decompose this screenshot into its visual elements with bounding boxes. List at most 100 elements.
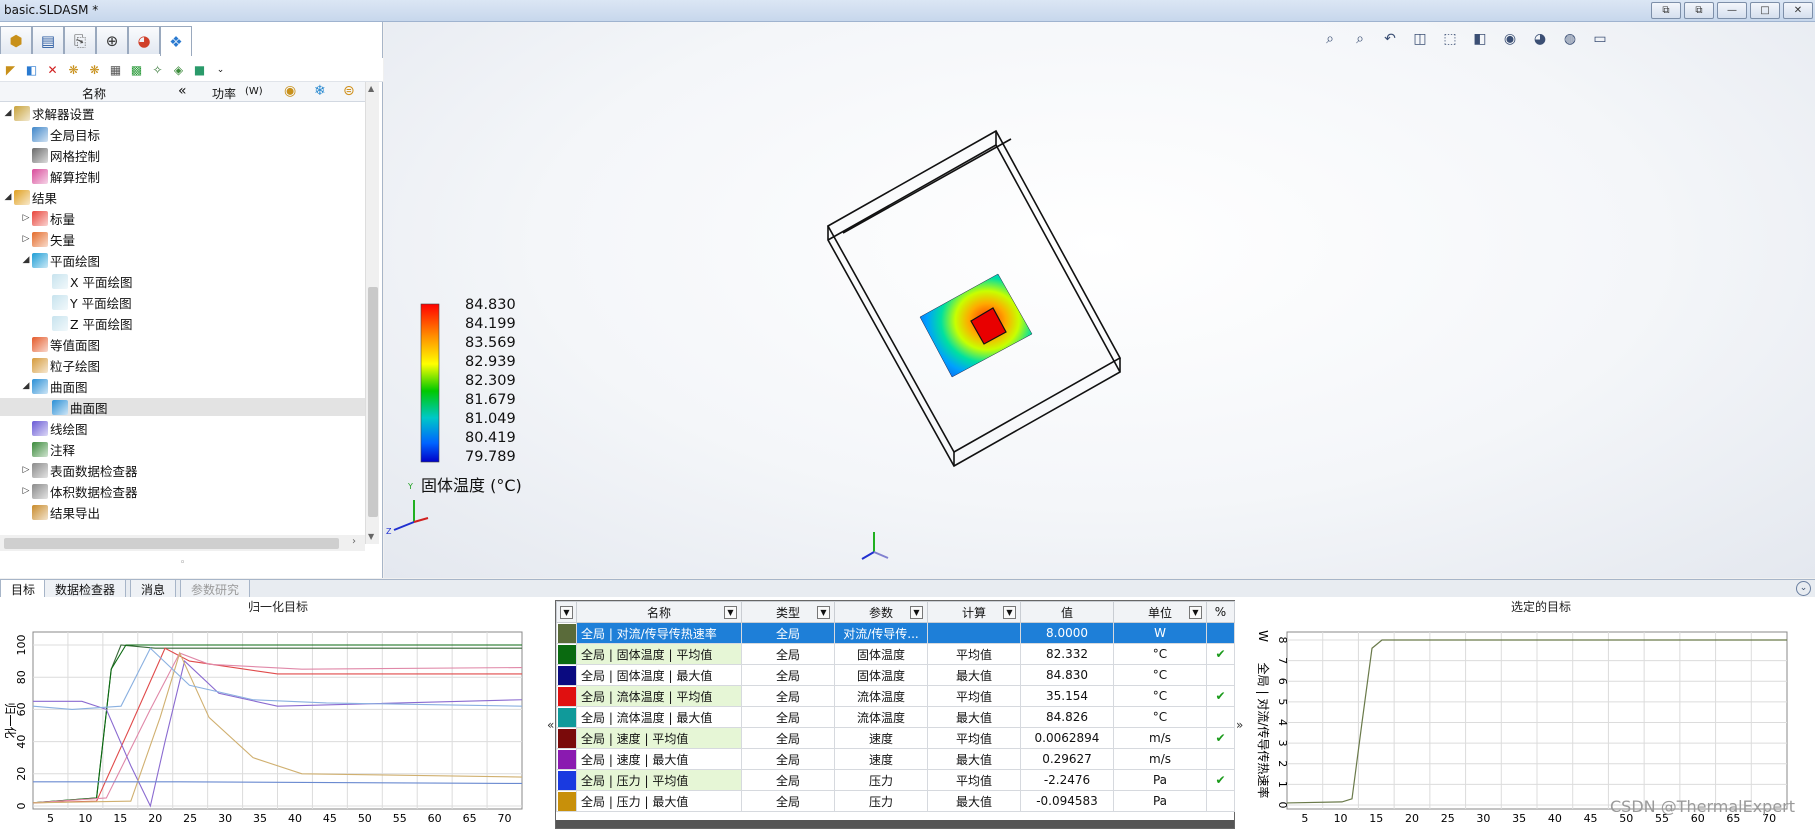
cell-param[interactable]: 速度 — [834, 727, 928, 749]
tree-item[interactable]: Y 平面绘图 — [0, 293, 365, 311]
tree-item[interactable]: Z 平面绘图 — [0, 314, 365, 332]
cell-calc[interactable]: 最大值 — [927, 748, 1021, 770]
cell-check[interactable]: ✔ — [1206, 769, 1235, 791]
snowflake-icon[interactable]: ❄ — [314, 83, 326, 99]
group-add-icon[interactable]: ❋ — [86, 61, 103, 78]
delete-icon[interactable]: ✕ — [44, 61, 61, 78]
dropdown-icon[interactable]: ▼ — [560, 606, 573, 619]
table-row[interactable]: 全局 | 流体温度 | 平均值 全局 流体温度 平均值 35.154 °C ✔ — [556, 685, 1235, 707]
tab-parametric-study[interactable]: 参数研究 — [180, 580, 251, 598]
cell-value[interactable]: 0.29627 — [1020, 748, 1114, 770]
table-row[interactable]: 全局 | 压力 | 最大值 全局 压力 最大值 -0.094583 Pa — [556, 790, 1235, 812]
cell-calc[interactable]: 平均值 — [927, 727, 1021, 749]
tree-item[interactable]: ▷ 表面数据检查器 — [0, 461, 365, 479]
tree-item[interactable]: ▷ 矢量 — [0, 230, 365, 248]
cell-value[interactable]: 35.154 — [1020, 685, 1114, 707]
maximize-button[interactable]: □ — [1750, 2, 1780, 19]
splitter-handle[interactable]: ◦ — [180, 558, 185, 568]
restore-button[interactable]: ⧉ — [1651, 2, 1681, 19]
tree-item[interactable]: ◢ 曲面图 — [0, 377, 365, 395]
tree-item[interactable]: 结果导出 — [0, 503, 365, 521]
expand-right-icon[interactable]: » — [1236, 718, 1243, 732]
goal-color-swatch[interactable] — [556, 769, 577, 791]
tree-vertical-scrollbar[interactable]: ▲ ▼ — [365, 82, 379, 544]
cell-calc[interactable]: 平均值 — [927, 685, 1021, 707]
cell-calc[interactable]: 平均值 — [927, 769, 1021, 791]
close-button[interactable]: ✕ — [1783, 2, 1813, 19]
cell-value[interactable]: 8.0000 — [1020, 622, 1114, 644]
cell-value[interactable]: 84.826 — [1020, 706, 1114, 728]
tree-item[interactable]: 网格控制 — [0, 146, 365, 164]
cell-unit[interactable]: m/s — [1113, 748, 1207, 770]
goal-color-swatch[interactable] — [556, 748, 577, 770]
display-manager-tab-icon[interactable]: ◕ — [128, 26, 160, 54]
cell-unit[interactable]: °C — [1113, 685, 1207, 707]
name-column-header[interactable]: 名称 — [82, 85, 106, 102]
cell-value[interactable]: 0.0062894 — [1020, 727, 1114, 749]
goal-color-swatch[interactable] — [556, 622, 577, 644]
dropdown-icon[interactable]: ▼ — [910, 606, 923, 619]
dropdown-icon[interactable]: ▼ — [1189, 606, 1202, 619]
goal-color-swatch[interactable] — [556, 685, 577, 707]
table-row[interactable]: 全局 | 固体温度 | 最大值 全局 固体温度 最大值 84.830 °C — [556, 664, 1235, 686]
tab-goals[interactable]: 目标 — [0, 580, 47, 598]
cell-param[interactable]: 固体温度 — [834, 664, 928, 686]
cell-unit[interactable]: m/s — [1113, 727, 1207, 749]
minimize-button[interactable]: — — [1717, 2, 1747, 19]
surface-icon[interactable]: ◈ — [170, 61, 187, 78]
color-icon[interactable]: ■ — [191, 61, 208, 78]
table-row[interactable]: 全局 | 速度 | 平均值 全局 速度 平均值 0.0062894 m/s ✔ — [556, 727, 1235, 749]
flow-simulation-tab-icon[interactable]: ❖ — [160, 26, 192, 56]
scroll-down-icon[interactable]: ▼ — [368, 532, 374, 541]
tile-button[interactable]: ⧉ — [1684, 2, 1714, 19]
tree-item[interactable]: 曲面图 — [0, 398, 365, 416]
mesh-icon[interactable]: ▦ — [107, 61, 124, 78]
cell-check[interactable] — [1206, 790, 1235, 812]
tree-item[interactable]: ◢ 结果 — [0, 188, 365, 206]
goal-color-swatch[interactable] — [556, 727, 577, 749]
expand-arrow-icon[interactable]: ▷ — [20, 213, 32, 223]
property-manager-tab-icon[interactable]: ▤ — [32, 26, 64, 54]
cell-unit[interactable]: W — [1113, 622, 1207, 644]
tree-item[interactable]: 粒子绘图 — [0, 356, 365, 374]
cell-check[interactable]: ✔ — [1206, 643, 1235, 665]
cell-unit[interactable]: °C — [1113, 664, 1207, 686]
cell-param[interactable]: 固体温度 — [834, 643, 928, 665]
column-header[interactable]: 名称 ▼ — [576, 601, 742, 623]
goal-color-swatch[interactable] — [556, 790, 577, 812]
column-header[interactable]: 参数 ▼ — [834, 601, 928, 623]
tree-item[interactable]: 等值面图 — [0, 335, 365, 353]
tree-item[interactable]: 解算控制 — [0, 167, 365, 185]
collapse-arrow-icon[interactable]: ◢ — [2, 192, 14, 202]
expand-arrow-icon[interactable]: ▷ — [20, 465, 32, 475]
tree-item[interactable]: 线绘图 — [0, 419, 365, 437]
tree-item[interactable]: 注释 — [0, 440, 365, 458]
cell-check[interactable]: ✔ — [1206, 685, 1235, 707]
column-header[interactable]: 单位 ▼ — [1113, 601, 1207, 623]
table-row[interactable]: 全局 | 流体温度 | 最大值 全局 流体温度 最大值 84.826 °C — [556, 706, 1235, 728]
goal-color-swatch[interactable] — [556, 706, 577, 728]
power-column-header[interactable]: 功率 — [212, 85, 236, 102]
dimxpert-tab-icon[interactable]: ⊕ — [96, 26, 128, 54]
dropdown-icon[interactable]: ▼ — [724, 606, 737, 619]
cell-param[interactable]: 对流/传导传... — [834, 622, 928, 644]
scroll-right-icon[interactable]: › — [352, 536, 356, 547]
cell-param[interactable]: 流体温度 — [834, 685, 928, 707]
table-row[interactable]: 全局 | 对流/传导传热速率 全局 对流/传导传... 8.0000 W — [556, 622, 1235, 644]
cell-param[interactable]: 流体温度 — [834, 706, 928, 728]
tree-item[interactable]: 全局目标 — [0, 125, 365, 143]
dropdown-icon[interactable]: ▼ — [817, 606, 830, 619]
collapse-button[interactable]: « — [178, 83, 187, 99]
cell-name[interactable]: 全局 | 对流/传导传热速率 — [576, 622, 742, 644]
cell-name[interactable]: 全局 | 固体温度 | 平均值 — [576, 643, 742, 665]
cell-calc[interactable]: 最大值 — [927, 664, 1021, 686]
cell-unit[interactable]: °C — [1113, 706, 1207, 728]
column-header[interactable]: 值 — [1020, 601, 1114, 623]
table-row[interactable]: 全局 | 固体温度 | 平均值 全局 固体温度 平均值 82.332 °C ✔ — [556, 643, 1235, 665]
scroll-up-icon[interactable]: ▲ — [368, 84, 374, 93]
cell-check[interactable] — [1206, 748, 1235, 770]
expand-arrow-icon[interactable]: ▷ — [20, 486, 32, 496]
cell-value[interactable]: 84.830 — [1020, 664, 1114, 686]
cell-check[interactable] — [1206, 664, 1235, 686]
collapse-arrow-icon[interactable]: ◢ — [2, 108, 14, 118]
